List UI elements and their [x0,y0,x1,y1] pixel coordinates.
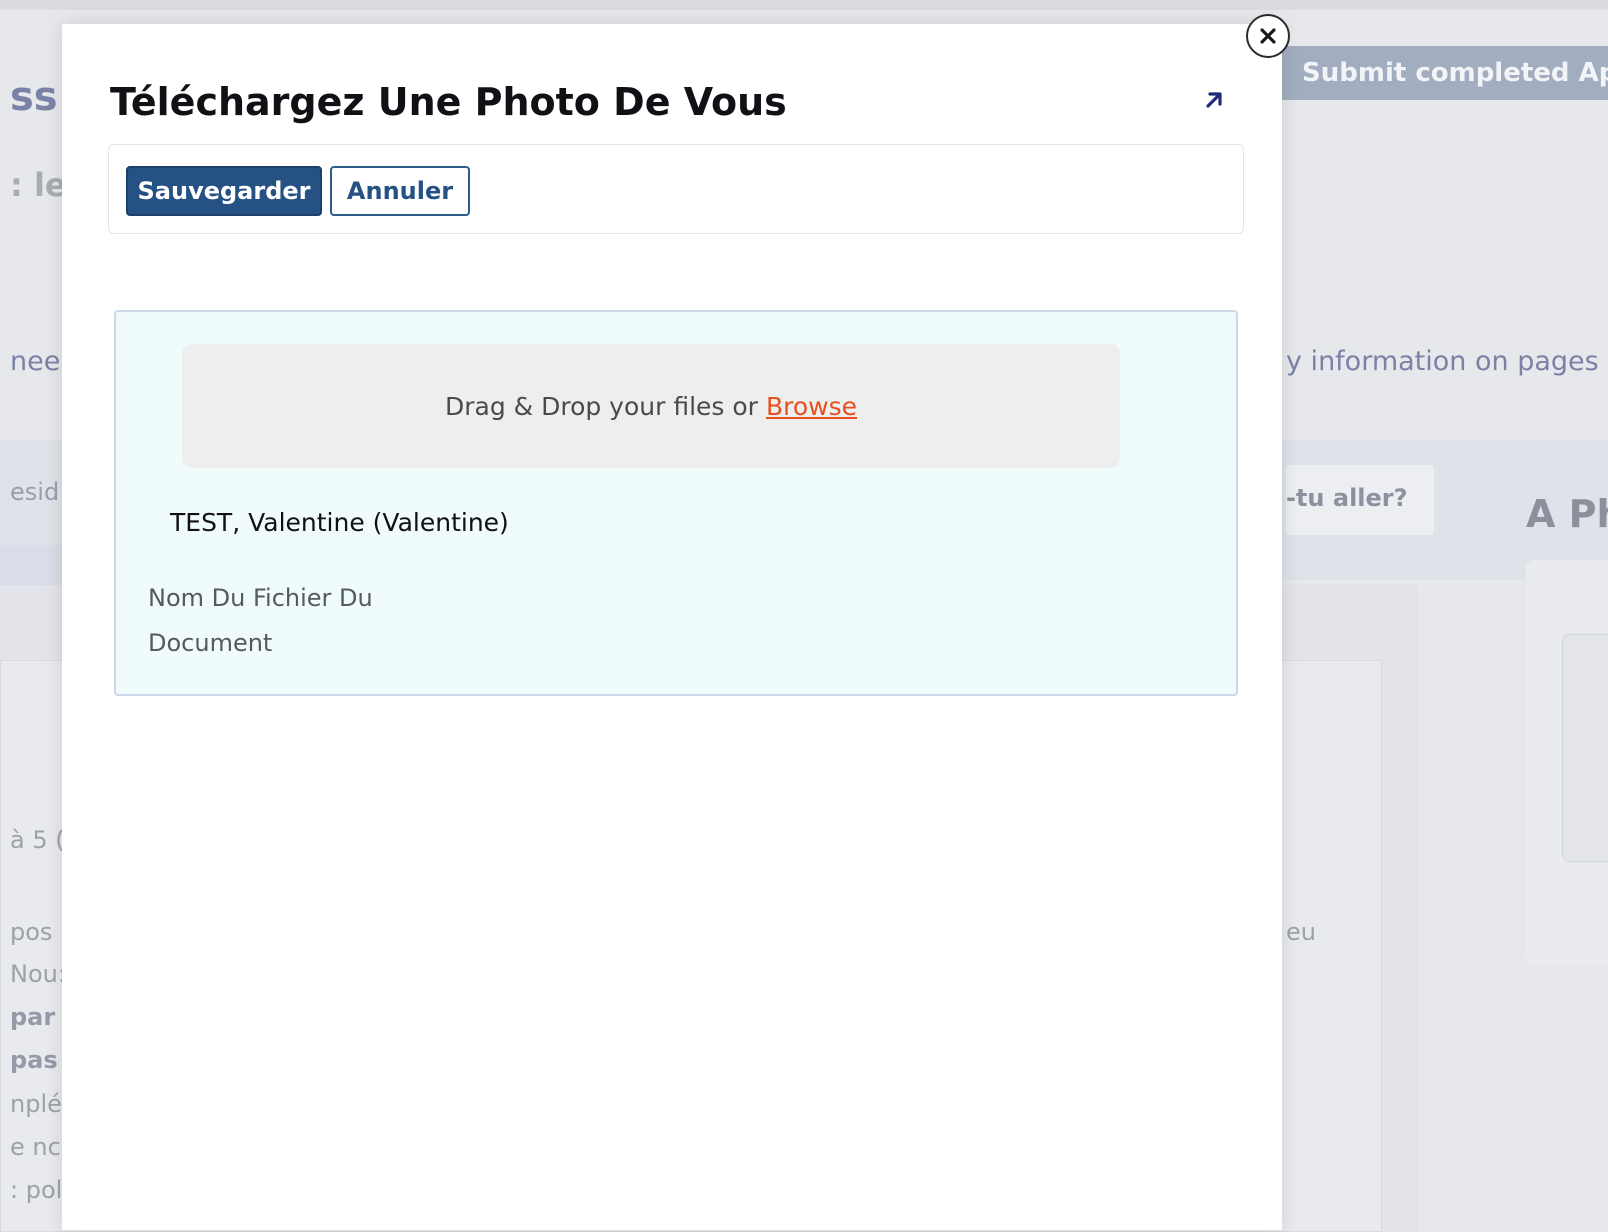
background-body-line: nplé [10,1090,62,1118]
file-dropzone[interactable]: Drag & Drop your files or Browse [182,344,1120,468]
document-filename-label: Nom Du Fichier Du Document [148,584,373,657]
background-where-label: -tu aller? [1286,484,1408,512]
arrow-up-right-icon[interactable] [1200,86,1228,114]
cancel-button[interactable]: Annuler [330,166,470,216]
submit-application-button: Submit completed App [1282,46,1608,100]
background-range-text: à 5 ( [10,826,65,854]
background-band-tab [0,545,62,585]
background-eu-text: eu [1286,918,1316,946]
background-body-line: e nc [10,1133,61,1161]
background-body-line: pas [10,1046,58,1074]
background-lower-panel [1526,1015,1608,1195]
background-body-line: Nou: [10,960,66,988]
modal-title: Téléchargez Une Photo De Vous [110,80,787,124]
dropzone-text: Drag & Drop your files or [444,391,758,421]
save-button[interactable]: Sauvegarder [126,166,322,216]
browse-link[interactable]: Browse [766,392,857,421]
background-body-line: : pol [10,1176,63,1204]
upload-photo-modal: Téléchargez Une Photo De Vous Sauvegarde… [62,24,1282,1230]
background-body-line: par [10,1003,56,1031]
background-residence-label: esid [10,478,60,506]
background-top-strip [0,0,1608,10]
person-name: TEST, Valentine (Valentine) [170,508,509,537]
background-notice-right: y information on pages [1286,346,1599,377]
background-photo-heading: A Ph [1526,492,1608,536]
modal-toolbar: Sauvegarder Annuler [108,144,1244,234]
background-body-line: pos [10,918,53,946]
background-photo-box [1562,634,1608,862]
upload-panel: Drag & Drop your files or Browse TEST, V… [114,310,1238,696]
close-icon [1260,28,1276,44]
close-button[interactable] [1246,14,1290,58]
background-notice-left: nee [10,346,61,377]
background-title: ss [10,74,58,120]
